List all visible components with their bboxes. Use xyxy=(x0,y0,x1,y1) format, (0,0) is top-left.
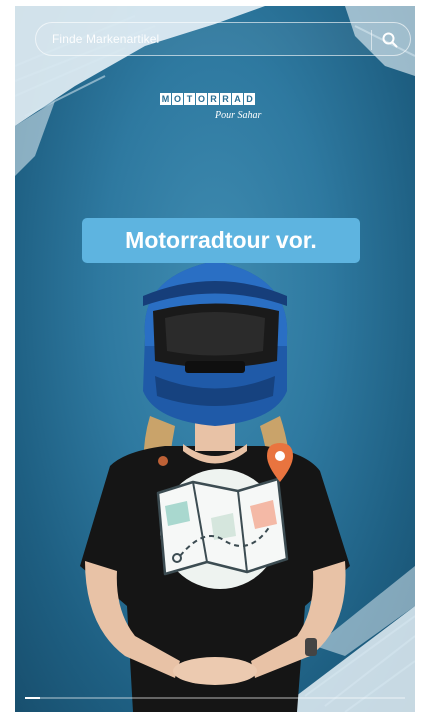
story-progress-bar[interactable] xyxy=(25,697,405,699)
logo-tagline: Pour Sahar xyxy=(215,110,262,121)
logo-letter: O xyxy=(172,93,183,105)
logo-letter: A xyxy=(232,93,243,105)
search-divider xyxy=(371,30,372,50)
logo-letter: M xyxy=(160,93,171,105)
motorrad-logo: M O T O R R A D Pour Sahar xyxy=(160,93,272,133)
search-placeholder[interactable]: Finde Markenartikel xyxy=(52,32,159,46)
logo-letter: O xyxy=(196,93,207,105)
logo-letter: R xyxy=(220,93,231,105)
logo-letter: R xyxy=(208,93,219,105)
logo-letter: D xyxy=(244,93,255,105)
map-icon xyxy=(156,477,289,576)
headline-text: Motorradtour vor. xyxy=(125,227,317,253)
story-progress-fill xyxy=(25,697,41,699)
search-icon[interactable] xyxy=(381,31,399,49)
logo-wordmark: M O T O R R A D xyxy=(160,93,272,105)
story-view[interactable]: Finde Markenartikel M O T O R R A D Pour… xyxy=(15,6,415,712)
logo-letter: T xyxy=(184,93,195,105)
search-bar[interactable]: Finde Markenartikel xyxy=(35,22,411,56)
headline-banner: Motorradtour vor. xyxy=(82,218,360,263)
